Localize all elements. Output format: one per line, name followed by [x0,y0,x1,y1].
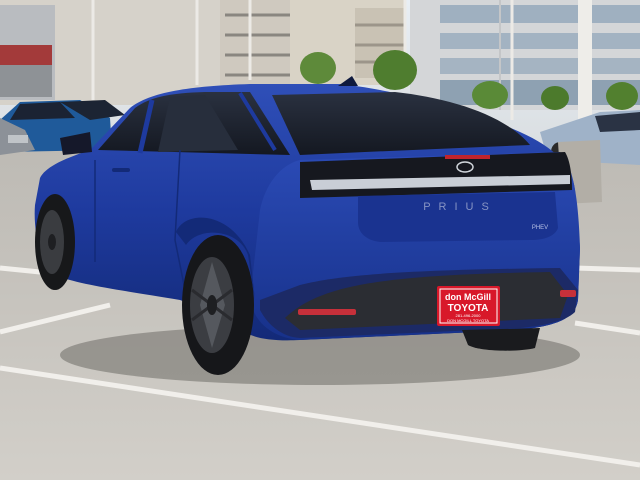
rear-reflector-right [560,290,576,297]
front-wheel [35,194,75,290]
rear-right-tire [462,328,540,351]
variant-badge: PHEV [532,225,548,231]
rear-wheel [182,235,254,375]
plate-dealer-name: don McGill [445,292,491,302]
photo-scene: PRIUS PHEV don McGill TOYOTA 281-496-200… [0,0,640,480]
model-badge: PRIUS [423,201,497,213]
plate-bottom-text: DON MCGILL TOYOTA [447,318,489,323]
license-plate: don McGill TOYOTA 281-496-2000 DON MCGIL… [437,286,500,326]
photo-canvas: PRIUS PHEV don McGill TOYOTA 281-496-200… [0,0,640,480]
office-building [410,0,640,110]
door-handle [112,168,130,172]
rear-reflector-left [298,309,356,315]
